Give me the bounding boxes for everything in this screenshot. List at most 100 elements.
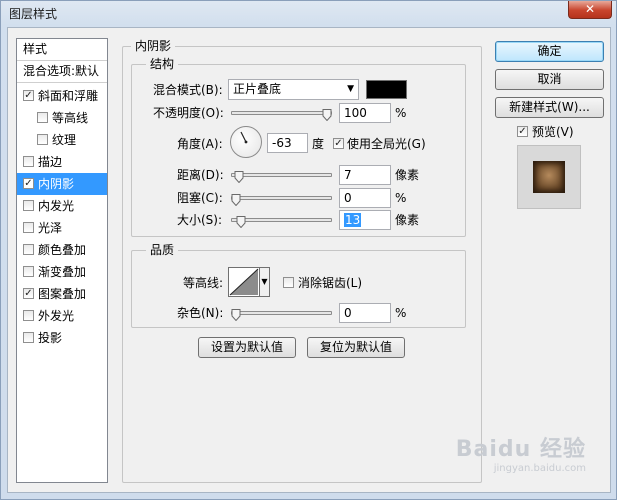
make-default-button[interactable]: 设置为默认值 (198, 337, 296, 358)
blend-mode-select[interactable]: 正片叠底 ▼ (228, 79, 359, 100)
noise-unit: % (395, 306, 407, 320)
style-preview-thumbnail (517, 145, 581, 209)
size-input[interactable]: 13 (339, 210, 391, 230)
new-style-button[interactable]: 新建样式(W)... (495, 97, 604, 118)
sidebar-item[interactable]: 描边 (17, 151, 107, 173)
sidebar-item-label: 渐变叠加 (38, 265, 87, 279)
style-list: 样式 混合选项:默认 斜面和浮雕等高线纹理描边内阴影内发光光泽颜色叠加渐变叠加图… (16, 38, 108, 483)
inner-shadow-panel: 内阴影 结构 混合模式(B): 正片叠底 ▼ 不透明度(O): 100 % 角度… (122, 39, 482, 483)
antialias-label[interactable]: 消除锯齿(L) (298, 275, 362, 291)
style-checkbox[interactable] (23, 266, 34, 277)
contour-label: 等高线: (183, 276, 224, 290)
watermark-text: Baidu 经验 (455, 437, 586, 462)
use-global-light-checkbox[interactable] (333, 138, 344, 149)
size-slider-thumb[interactable] (236, 216, 246, 228)
sidebar-item[interactable]: 光泽 (17, 217, 107, 239)
slider-thumb-icon (231, 194, 241, 206)
style-checkbox[interactable] (23, 288, 34, 299)
opacity-unit: % (395, 106, 407, 120)
blend-mode-label: 混合模式(B): (153, 83, 223, 97)
choke-label: 阻塞(C): (177, 191, 223, 205)
sidebar-item[interactable]: 内发光 (17, 195, 107, 217)
blend-options-item[interactable]: 混合选项:默认 (17, 61, 107, 83)
noise-slider-thumb[interactable] (231, 309, 241, 321)
style-checkbox[interactable] (37, 112, 48, 123)
choke-input[interactable]: 0 (339, 188, 391, 208)
close-button[interactable]: ✕ (568, 1, 612, 19)
opacity-slider[interactable] (231, 111, 332, 115)
sidebar-item-label: 光泽 (38, 221, 63, 235)
close-icon: ✕ (584, 2, 596, 16)
contour-curve-graphic (229, 268, 259, 296)
opacity-slider-thumb[interactable] (322, 109, 332, 121)
noise-input[interactable]: 0 (339, 303, 391, 323)
style-checkbox[interactable] (23, 178, 34, 189)
style-list-header[interactable]: 样式 (17, 39, 107, 61)
style-checkbox[interactable] (23, 244, 34, 255)
sidebar-item[interactable]: 等高线 (17, 107, 107, 129)
layer-style-dialog: 图层样式 ✕ 样式 混合选项:默认 斜面和浮雕等高线纹理描边内阴影内发光光泽颜色… (0, 0, 617, 500)
noise-slider[interactable] (231, 311, 332, 315)
sidebar-item[interactable]: 内阴影 (17, 173, 107, 195)
inner-shadow-title: 内阴影 (131, 39, 176, 53)
contour-curve-icon[interactable] (228, 267, 260, 297)
sidebar-item-label: 等高线 (52, 111, 89, 125)
sidebar-item[interactable]: 斜面和浮雕 (17, 85, 107, 107)
angle-dial-icon[interactable] (230, 126, 262, 158)
choke-slider[interactable] (231, 196, 332, 200)
shadow-color-swatch[interactable] (366, 80, 407, 99)
style-checkbox[interactable] (23, 310, 34, 321)
sidebar-item[interactable]: 颜色叠加 (17, 239, 107, 261)
style-checkbox[interactable] (23, 156, 34, 167)
sidebar-item-label: 内阴影 (38, 177, 75, 191)
blend-mode-value: 正片叠底 (233, 82, 282, 96)
style-checkbox[interactable] (37, 134, 48, 145)
size-label: 大小(S): (177, 213, 223, 227)
angle-needle (240, 131, 248, 144)
watermark: Baidu 经验 jingyan.baidu.com (456, 431, 586, 474)
chevron-down-icon: ▼ (347, 84, 354, 94)
chevron-down-icon: ▼ (261, 277, 268, 286)
antialias-checkbox[interactable] (283, 277, 294, 288)
style-checkbox[interactable] (23, 90, 34, 101)
size-input-value: 13 (344, 213, 362, 227)
sidebar-item[interactable]: 外发光 (17, 305, 107, 327)
sidebar-item-label: 颜色叠加 (38, 243, 87, 257)
angle-input[interactable]: -63 (267, 133, 308, 153)
structure-title: 结构 (146, 57, 179, 71)
cancel-button[interactable]: 取消 (495, 69, 604, 90)
sidebar-item-label: 外发光 (38, 309, 75, 323)
size-unit: 像素 (395, 213, 420, 227)
distance-slider-thumb[interactable] (234, 171, 244, 183)
angle-label: 角度(A): (177, 137, 223, 151)
ok-button[interactable]: 确定 (495, 41, 604, 62)
watermark-subtext: jingyan.baidu.com (493, 463, 586, 474)
distance-input[interactable]: 7 (339, 165, 391, 185)
distance-slider[interactable] (231, 173, 332, 177)
quality-title: 品质 (146, 243, 179, 257)
window-title: 图层样式 (9, 7, 58, 21)
opacity-input[interactable]: 100 (339, 103, 391, 123)
contour-dropdown[interactable]: ▼ (260, 267, 270, 297)
preview-checkbox[interactable] (517, 126, 528, 137)
title-bar: 图层样式 ✕ (1, 1, 616, 25)
sidebar-item[interactable]: 渐变叠加 (17, 261, 107, 283)
preview-label[interactable]: 预览(V) (532, 124, 574, 140)
use-global-light-label[interactable]: 使用全局光(G) (347, 136, 426, 152)
sidebar-item[interactable]: 图案叠加 (17, 283, 107, 305)
choke-slider-thumb[interactable] (231, 194, 241, 206)
sidebar-item[interactable]: 投影 (17, 327, 107, 349)
reset-default-button[interactable]: 复位为默认值 (307, 337, 405, 358)
sidebar-item-label: 投影 (38, 331, 63, 345)
quality-group: 品质 等高线: ▼ 消除锯齿(L) 杂色(N): 0 % (131, 243, 466, 328)
angle-unit: 度 (312, 137, 325, 151)
style-checkbox[interactable] (23, 332, 34, 343)
noise-label: 杂色(N): (177, 306, 224, 320)
slider-thumb-icon (322, 109, 332, 121)
style-checkbox[interactable] (23, 200, 34, 211)
preview-swatch (533, 161, 565, 193)
sidebar-item[interactable]: 纹理 (17, 129, 107, 151)
distance-label: 距离(D): (177, 168, 224, 182)
style-checkbox[interactable] (23, 222, 34, 233)
choke-unit: % (395, 191, 407, 205)
